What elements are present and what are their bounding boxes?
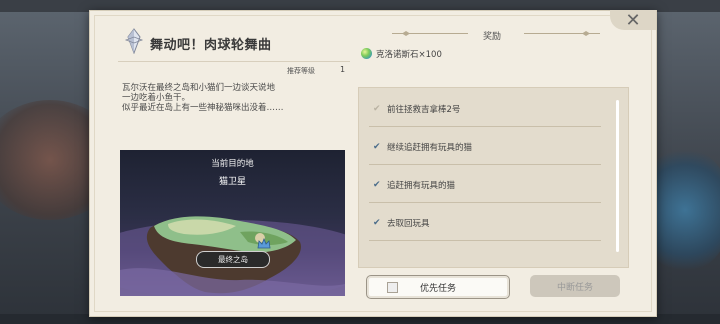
close-icon: ✕	[625, 9, 641, 31]
recommend-level-label: 推荐等级	[287, 67, 315, 75]
checkmark-icon: ✔	[373, 218, 381, 228]
quest-description: 瓦尔沃在最终之岛和小猫们一边谈天说地 一边吃着小鱼干。 似乎最近在岛上有一些神秘…	[122, 83, 352, 113]
reward-header: 奖励	[483, 32, 502, 42]
description-line: 瓦尔沃在最终之岛和小猫们一边谈天说地	[122, 83, 276, 93]
destination-map: 当前目的地 猫卫星	[120, 150, 345, 296]
quest-crystal-icon	[124, 28, 144, 54]
task-item[interactable]: ✔ 去取回玩具	[369, 206, 601, 241]
chronos-stone-icon	[361, 48, 372, 59]
close-button[interactable]: ✕	[610, 9, 656, 31]
task-label: 前往拯救吉拿棒2号	[387, 105, 461, 115]
island-illustration	[120, 216, 345, 296]
current-destination-label: 当前目的地	[211, 159, 254, 169]
crown-marker-icon	[257, 238, 271, 249]
map-node-final-island[interactable]: 最终之岛	[196, 251, 270, 268]
task-label: 继续追赶拥有玩具的猫	[387, 143, 473, 153]
reward-ornament-right	[524, 31, 600, 36]
reward-item: 克洛诺斯石×100	[376, 50, 442, 60]
checkmark-icon: ✔	[373, 142, 381, 152]
task-label: 去取回玩具	[387, 219, 430, 229]
priority-task-label: 优先任务	[419, 284, 456, 294]
task-item[interactable]: ✔ 追赶拥有玩具的猫	[369, 168, 601, 203]
reward-ornament-left	[392, 31, 468, 36]
abort-task-button[interactable]: 中断任务	[530, 275, 620, 297]
checkmark-icon: ✔	[373, 180, 381, 190]
task-label: 追赶拥有玩具的猫	[387, 181, 456, 191]
description-line: 似乎最近在岛上有一些神秘猫咪出没着……	[122, 103, 284, 113]
description-line: 一边吃着小鱼干。	[122, 93, 191, 103]
task-item[interactable]: ✔ 前往拯救吉拿棒2号	[369, 92, 601, 127]
quest-title: 舞动吧！肉球轮舞曲	[150, 38, 272, 53]
destination-name: 猫卫星	[218, 177, 246, 187]
recommend-level-value: 1	[340, 65, 346, 74]
abort-task-label: 中断任务	[556, 283, 593, 293]
title-divider	[118, 61, 350, 62]
task-list[interactable]: ✔ 前往拯救吉拿棒2号 ✔ 继续追赶拥有玩具的猫 ✔ 追赶拥有玩具的猫 ✔ 去取…	[358, 87, 629, 268]
priority-task-button[interactable]: 优先任务	[366, 275, 510, 299]
checkmark-icon: ✔	[373, 104, 381, 114]
task-item[interactable]: ✔ 继续追赶拥有玩具的猫	[369, 130, 601, 165]
task-list-scrollbar[interactable]	[616, 100, 619, 252]
